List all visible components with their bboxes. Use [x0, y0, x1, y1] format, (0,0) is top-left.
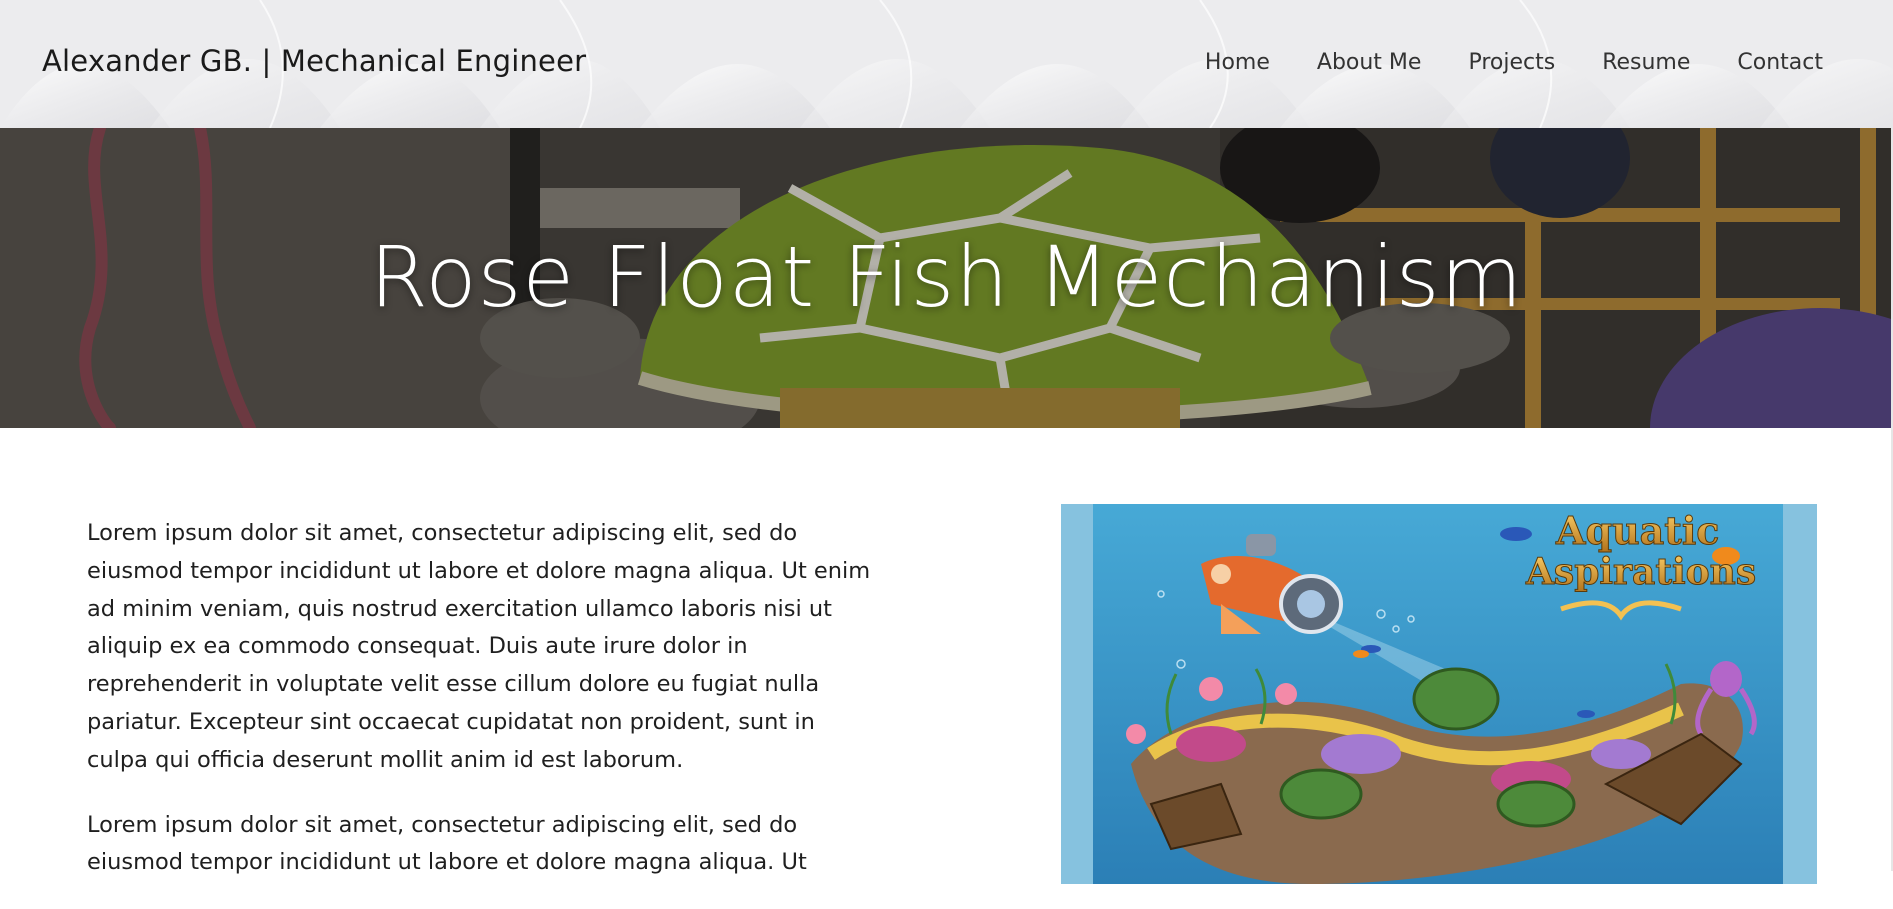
nav-projects[interactable]: Projects [1468, 50, 1555, 75]
float-design-image: Aquatic Aspirations [1061, 504, 1817, 884]
page-title: Rose Float Fish Mechanism [369, 228, 1524, 326]
main-nav: Home About Me Projects Resume Contact [1205, 50, 1823, 75]
aquatic-aspirations-artwork: Aquatic Aspirations [1061, 504, 1817, 884]
poster-title-line1: Aquatic [1555, 508, 1719, 553]
main-content: Lorem ipsum dolor sit amet, consectetur … [0, 428, 1893, 884]
hero-banner: Rose Float Fish Mechanism [0, 128, 1893, 428]
nav-resume[interactable]: Resume [1602, 50, 1690, 75]
project-description: Lorem ipsum dolor sit amet, consectetur … [87, 515, 877, 909]
nav-contact[interactable]: Contact [1737, 50, 1823, 75]
site-header: Alexander GB. | Mechanical Engineer Home… [0, 0, 1893, 128]
description-paragraph: Lorem ipsum dolor sit amet, consectetur … [87, 520, 871, 773]
site-brand[interactable]: Alexander GB. | Mechanical Engineer [42, 44, 586, 78]
nav-about-me[interactable]: About Me [1317, 50, 1422, 75]
nav-home[interactable]: Home [1205, 50, 1270, 75]
poster-title-line2: Aspirations [1525, 551, 1756, 593]
